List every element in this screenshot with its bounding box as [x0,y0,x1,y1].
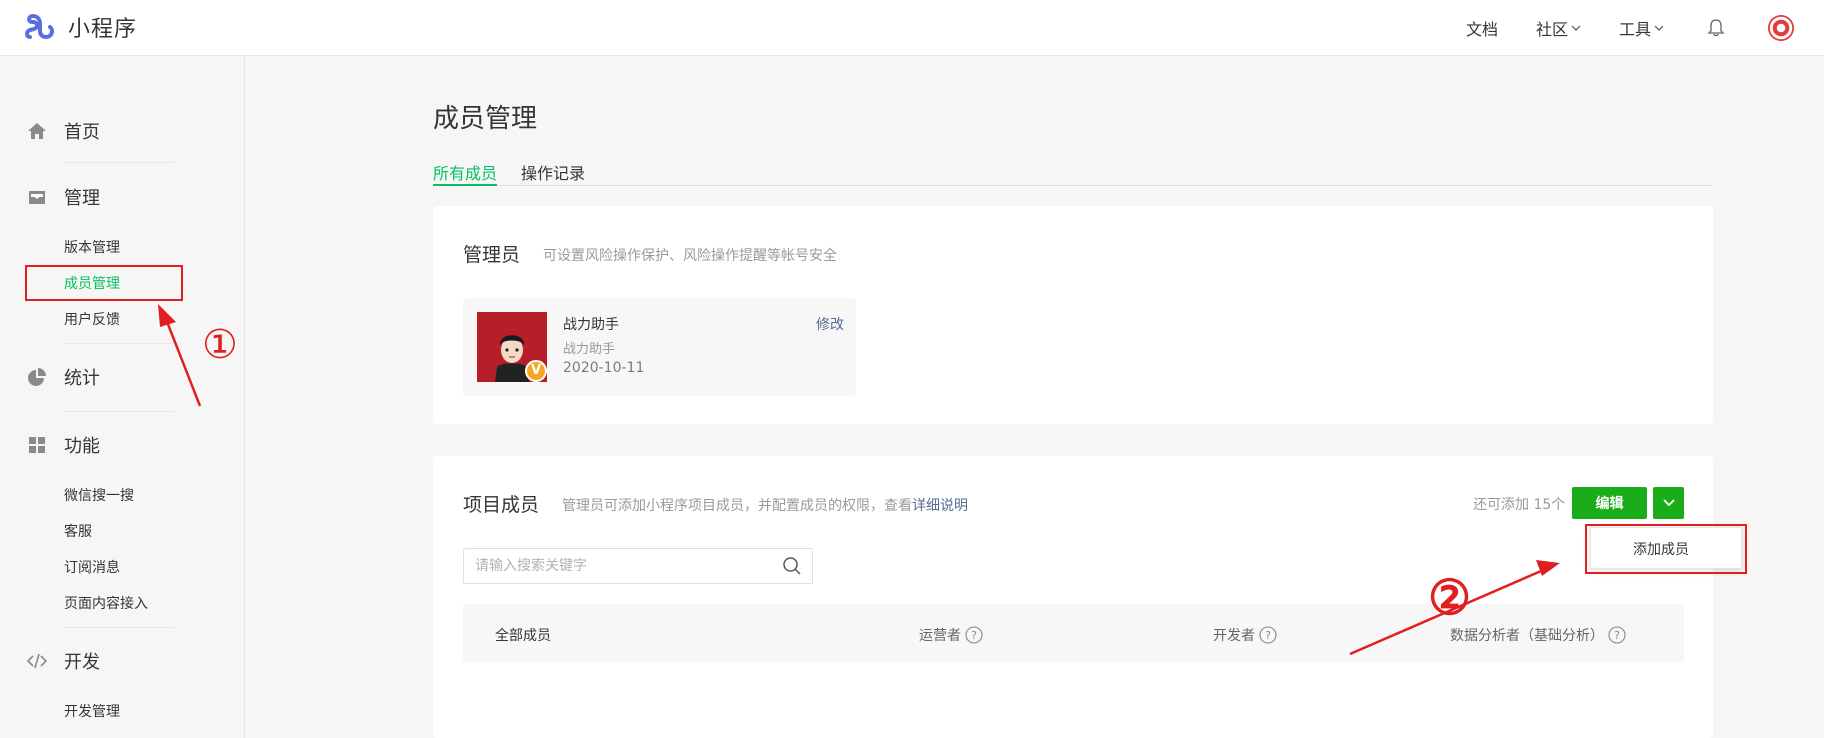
divider [64,411,174,412]
edit-dropdown-button[interactable] [1653,487,1684,519]
sidebar-item-version-manage[interactable]: 版本管理 [64,237,120,257]
members-section-title: 项目成员 [463,494,540,516]
sidebar-item-label: 开发 [64,652,100,673]
code-icon [26,653,48,669]
grid-icon [29,437,45,453]
admin-edit-link[interactable]: 修改 [816,314,844,334]
sidebar-item-stats[interactable]: 统计 [26,364,100,390]
logo[interactable]: 小程序 [24,11,137,43]
user-avatar[interactable] [1768,15,1794,41]
sidebar-item-home[interactable]: 首页 [26,118,100,144]
admin-section-desc: 可设置风险操作保护、风险操作提醒等帐号安全 [543,248,837,264]
column-all-members[interactable]: 全部成员 [495,625,551,645]
nav-tools-label: 工具 [1618,20,1651,39]
admin-info: V 战力助手 战力助手 2020-10-11 修改 [463,298,856,396]
column-developer: 开发者 ? [1213,625,1277,645]
sidebar-item-subscribe-message[interactable]: 订阅消息 [64,557,120,577]
member-search [463,548,813,584]
remaining-count: 还可添加 15个 [1473,497,1566,513]
app-name: 小程序 [68,17,138,42]
bell-icon[interactable] [1706,18,1726,38]
home-icon [28,123,46,139]
admin-section-title: 管理员 [463,244,521,266]
tab-operation-log[interactable]: 操作记录 [521,160,585,184]
nav-tools[interactable]: 工具 [1619,16,1664,40]
question-mark: ? [1614,629,1620,642]
question-icon[interactable]: ? [965,626,983,644]
chevron-down-icon [1571,25,1581,31]
column-data-analyst: 数据分析者（基础分析） ? [1450,625,1626,645]
divider [64,627,174,628]
question-icon[interactable]: ? [1608,626,1626,644]
miniprogram-logo-icon [25,13,55,40]
annotation-number-1: ① [202,322,238,368]
annotation-box-add-member [1585,524,1747,574]
top-bar: 小程序 文档 社区 工具 [0,0,1824,56]
sidebar-item-dev-manage[interactable]: 开发管理 [64,701,120,721]
admin-avatar: V [477,312,547,382]
details-link[interactable]: 详细说明 [912,498,968,514]
annotation-number-2: ② [1428,570,1472,626]
sidebar-item-page-content[interactable]: 页面内容接入 [64,593,148,613]
top-nav: 文档 社区 工具 [1428,0,1794,56]
members-table-header: 全部成员 运营者 ? 开发者 ? 数据分析者（基础分析） ? [463,604,1684,662]
sidebar: 首页 管理 版本管理 成员管理 用户反馈 统计 功能 微信搜一搜 客服 订阅消息… [0,56,245,738]
sidebar-item-label: 统计 [64,368,100,389]
admin-name: 战力助手 [563,317,619,333]
sidebar-item-user-feedback[interactable]: 用户反馈 [64,309,120,329]
sidebar-item-features[interactable]: 功能 [26,432,100,458]
column-label: 运营者 [919,628,961,644]
sidebar-item-label: 管理 [64,188,100,209]
sidebar-item-customer-service[interactable]: 客服 [64,521,92,541]
admin-date: 2020-10-11 [563,360,645,376]
nav-community-label: 社区 [1535,20,1568,39]
sidebar-item-wechat-search[interactable]: 微信搜一搜 [64,485,134,505]
divider [64,343,174,344]
column-label: 开发者 [1213,628,1255,644]
tab-all-members[interactable]: 所有成员 [433,160,497,184]
nav-community[interactable]: 社区 [1536,16,1581,40]
chevron-down-icon [1662,499,1675,507]
column-operator: 运营者 ? [919,625,983,645]
search-input[interactable] [475,549,775,583]
sidebar-item-dev[interactable]: 开发 [26,648,100,674]
verified-badge: V [525,360,547,382]
question-mark: ? [971,629,977,642]
divider [64,162,174,163]
tab-active-indicator [433,184,497,186]
page-title: 成员管理 [433,104,538,134]
tab-bar: 所有成员 操作记录 [433,156,1713,186]
admin-nickname: 战力助手 [563,342,616,357]
members-section-desc: 管理员可添加小程序项目成员，并配置成员的权限，查看详细说明 [562,495,968,515]
sidebar-item-label: 首页 [64,122,100,143]
inbox-icon [29,191,45,204]
annotation-box-member-manage [25,265,183,301]
nav-docs[interactable]: 文档 [1466,16,1498,40]
pie-chart-icon [28,368,46,386]
members-desc-text: 管理员可添加小程序项目成员，并配置成员的权限，查看 [562,498,912,514]
sidebar-item-label: 功能 [64,436,100,457]
question-icon[interactable]: ? [1259,626,1277,644]
question-mark: ? [1265,629,1271,642]
column-label: 数据分析者（基础分析） [1450,628,1604,644]
edit-button[interactable]: 编辑 [1572,487,1647,519]
sidebar-item-manage[interactable]: 管理 [26,184,100,210]
search-icon[interactable] [782,556,802,576]
chevron-down-icon [1654,25,1664,31]
